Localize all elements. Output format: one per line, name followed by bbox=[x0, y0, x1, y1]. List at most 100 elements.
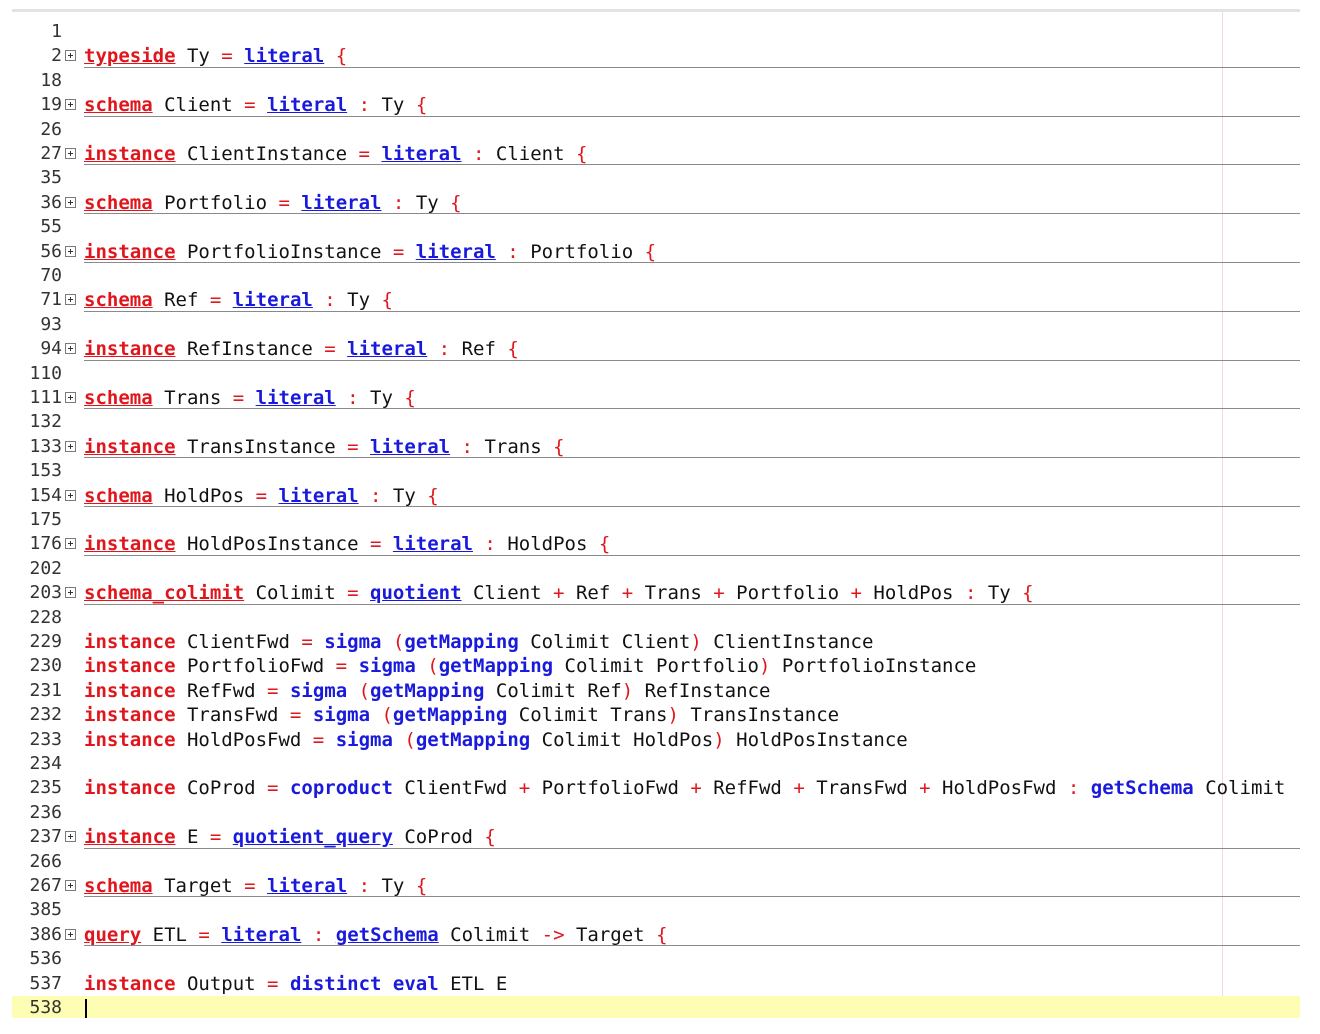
fold-expand-icon[interactable] bbox=[65, 50, 76, 62]
code-line[interactable]: 56 instance PortfolioInstance = literal :… bbox=[12, 240, 1300, 264]
fold-expand-icon[interactable] bbox=[65, 587, 76, 599]
fold-expand-icon[interactable] bbox=[65, 245, 76, 257]
code-line[interactable]: 71 schema Ref = literal : Ty { bbox=[12, 288, 1300, 313]
fold-expand-icon[interactable] bbox=[65, 440, 76, 452]
code-line[interactable]: 233 instance HoldPosFwd = sigma (getMappi… bbox=[12, 728, 1300, 752]
code-line[interactable]: 236 bbox=[12, 801, 1300, 825]
code-line[interactable]: 386 query ETL = literal : getSchema Colim… bbox=[12, 923, 1300, 947]
code-text[interactable]: schema Ref = literal : Ty { bbox=[84, 288, 393, 312]
code-token: { bbox=[381, 289, 393, 312]
code-line[interactable]: 55 bbox=[12, 215, 1300, 239]
fold-expand-icon[interactable] bbox=[65, 294, 76, 306]
code-line[interactable]: 385 bbox=[12, 898, 1300, 922]
fold-expand-icon[interactable] bbox=[65, 880, 76, 891]
code-line[interactable]: 231 instance RefFwd = sigma (getMapping C… bbox=[12, 679, 1300, 703]
code-token: Target bbox=[564, 923, 657, 946]
code-line[interactable]: 70 bbox=[12, 264, 1300, 288]
code-text[interactable]: instance HoldPosFwd = sigma (getMapping … bbox=[84, 728, 908, 752]
code-line[interactable]: 536 bbox=[12, 947, 1300, 971]
fold-expand-icon[interactable] bbox=[65, 831, 76, 843]
fold-expand-icon[interactable] bbox=[65, 538, 76, 550]
code-text[interactable]: instance HoldPosInstance = literal : Hol… bbox=[84, 532, 610, 556]
code-token: Ty bbox=[976, 582, 1023, 605]
line-number: 537 bbox=[29, 972, 62, 994]
code-line[interactable]: 266 bbox=[12, 850, 1300, 874]
line-number: 233 bbox=[29, 728, 62, 750]
code-line[interactable]: 94 instance RefInstance = literal : Ref { bbox=[12, 337, 1300, 361]
fold-expand-icon[interactable] bbox=[65, 343, 76, 355]
code-line[interactable]: 26 bbox=[12, 118, 1300, 142]
fold-expand-icon[interactable] bbox=[65, 392, 76, 403]
code-line[interactable]: 35 bbox=[12, 166, 1300, 190]
code-line[interactable]: 1 bbox=[12, 20, 1300, 44]
line-number: 236 bbox=[29, 801, 62, 823]
code-text[interactable]: schema Trans = literal : Ty { bbox=[84, 386, 416, 410]
code-line[interactable]: 19 schema Client = literal : Ty { bbox=[12, 93, 1300, 117]
code-token: Ty bbox=[370, 94, 416, 117]
code-line[interactable]: 27 instance ClientInstance = literal : Cl… bbox=[12, 142, 1300, 166]
code-line[interactable]: 110 bbox=[12, 362, 1300, 386]
code-text[interactable]: instance ClientInstance = literal : Clie… bbox=[84, 142, 587, 166]
code-line[interactable]: 267 schema Target = literal : Ty { bbox=[12, 874, 1300, 898]
code-text[interactable]: instance E = quotient_query CoProd { bbox=[84, 825, 496, 849]
code-token: schema_colimit bbox=[84, 582, 245, 605]
code-text[interactable]: instance PortfolioInstance = literal : P… bbox=[84, 240, 656, 264]
code-token: : bbox=[1067, 777, 1080, 800]
code-text[interactable]: instance TransFwd = sigma (getMapping Co… bbox=[84, 703, 839, 727]
code-text[interactable]: instance RefFwd = sigma (getMapping Coli… bbox=[84, 679, 770, 703]
code-line[interactable]: 18 bbox=[12, 69, 1300, 93]
code-token: instance bbox=[84, 826, 176, 849]
code-line[interactable]: 175 bbox=[12, 508, 1300, 532]
code-line[interactable]: 202 bbox=[12, 557, 1300, 581]
fold-expand-icon[interactable] bbox=[65, 99, 76, 111]
code-text[interactable]: instance TransInstance = literal : Trans… bbox=[84, 435, 565, 459]
fold-expand-icon[interactable] bbox=[65, 148, 76, 159]
code-line[interactable]: 537 instance Output = distinct eval ETL E bbox=[12, 972, 1300, 996]
fold-expand-icon[interactable] bbox=[65, 928, 76, 940]
code-text[interactable]: schema Client = literal : Ty { bbox=[84, 93, 427, 117]
code-line[interactable]: 111 schema Trans = literal : Ty { bbox=[12, 386, 1300, 410]
code-text[interactable]: instance CoProd = coproduct ClientFwd + … bbox=[84, 776, 1285, 800]
code-text[interactable]: schema_colimit Colimit = quotient Client… bbox=[84, 581, 1034, 605]
line-number: 71 bbox=[40, 289, 62, 311]
code-token: literal bbox=[221, 923, 302, 946]
code-text[interactable]: instance ClientFwd = sigma (getMapping C… bbox=[84, 630, 873, 654]
code-token: PortfolioFwd bbox=[175, 655, 336, 678]
code-line[interactable]: 229 instance ClientFwd = sigma (getMappin… bbox=[12, 630, 1300, 654]
code-text[interactable]: schema Portfolio = literal : Ty { bbox=[84, 191, 462, 215]
fold-expand-icon[interactable] bbox=[65, 489, 76, 501]
code-line[interactable]: 2 typeside Ty = literal { bbox=[12, 44, 1300, 69]
code-line[interactable]: 237 instance E = quotient_query CoProd { bbox=[12, 825, 1300, 849]
code-line[interactable]: 154 schema HoldPos = literal : Ty { bbox=[12, 484, 1300, 508]
code-text[interactable]: instance RefInstance = literal : Ref { bbox=[84, 337, 519, 361]
line-number: 203 bbox=[29, 582, 62, 604]
code-line[interactable]: 203 schema_colimit Colimit = quotient Cli… bbox=[12, 581, 1300, 605]
code-text[interactable]: schema HoldPos = literal : Ty { bbox=[84, 484, 439, 508]
line-number: 536 bbox=[29, 948, 62, 970]
code-line[interactable]: 153 bbox=[12, 459, 1300, 483]
code-line[interactable]: 232 instance TransFwd = sigma (getMapping… bbox=[12, 703, 1300, 727]
fold-expand-icon[interactable] bbox=[65, 196, 76, 208]
code-line[interactable]: 132 bbox=[12, 410, 1300, 434]
code-text[interactable]: schema Target = literal : Ty { bbox=[84, 874, 427, 898]
code-line[interactable]: 176 instance HoldPosInstance = literal : … bbox=[12, 532, 1300, 557]
code-line[interactable]: 230 instance PortfolioFwd = sigma (getMap… bbox=[12, 654, 1300, 678]
code-line[interactable]: 235 instance CoProd = coproduct ClientFwd… bbox=[12, 776, 1300, 800]
code-text[interactable]: instance Output = distinct eval ETL E bbox=[84, 972, 507, 996]
code-line[interactable]: 133 instance TransInstance = literal : Tr… bbox=[12, 435, 1300, 459]
code-line[interactable]: 93 bbox=[12, 313, 1300, 337]
code-text[interactable]: instance PortfolioFwd = sigma (getMappin… bbox=[84, 654, 976, 678]
code-text[interactable]: typeside Ty = literal { bbox=[84, 44, 347, 68]
code-line[interactable]: 36 schema Portfolio = literal : Ty { bbox=[12, 191, 1300, 215]
code-text[interactable]: query ETL = literal : getSchema Colimit … bbox=[84, 923, 668, 947]
code-token: Portfolio bbox=[518, 240, 645, 263]
code-editor[interactable]: 1 2 typeside Ty = literal {18 19 schema Clie… bbox=[12, 9, 1300, 1018]
code-line[interactable]: 538 bbox=[12, 996, 1300, 1018]
code-line[interactable]: 234 bbox=[12, 752, 1300, 776]
code-line[interactable]: 228 bbox=[12, 606, 1300, 630]
code-token: : bbox=[472, 143, 485, 165]
